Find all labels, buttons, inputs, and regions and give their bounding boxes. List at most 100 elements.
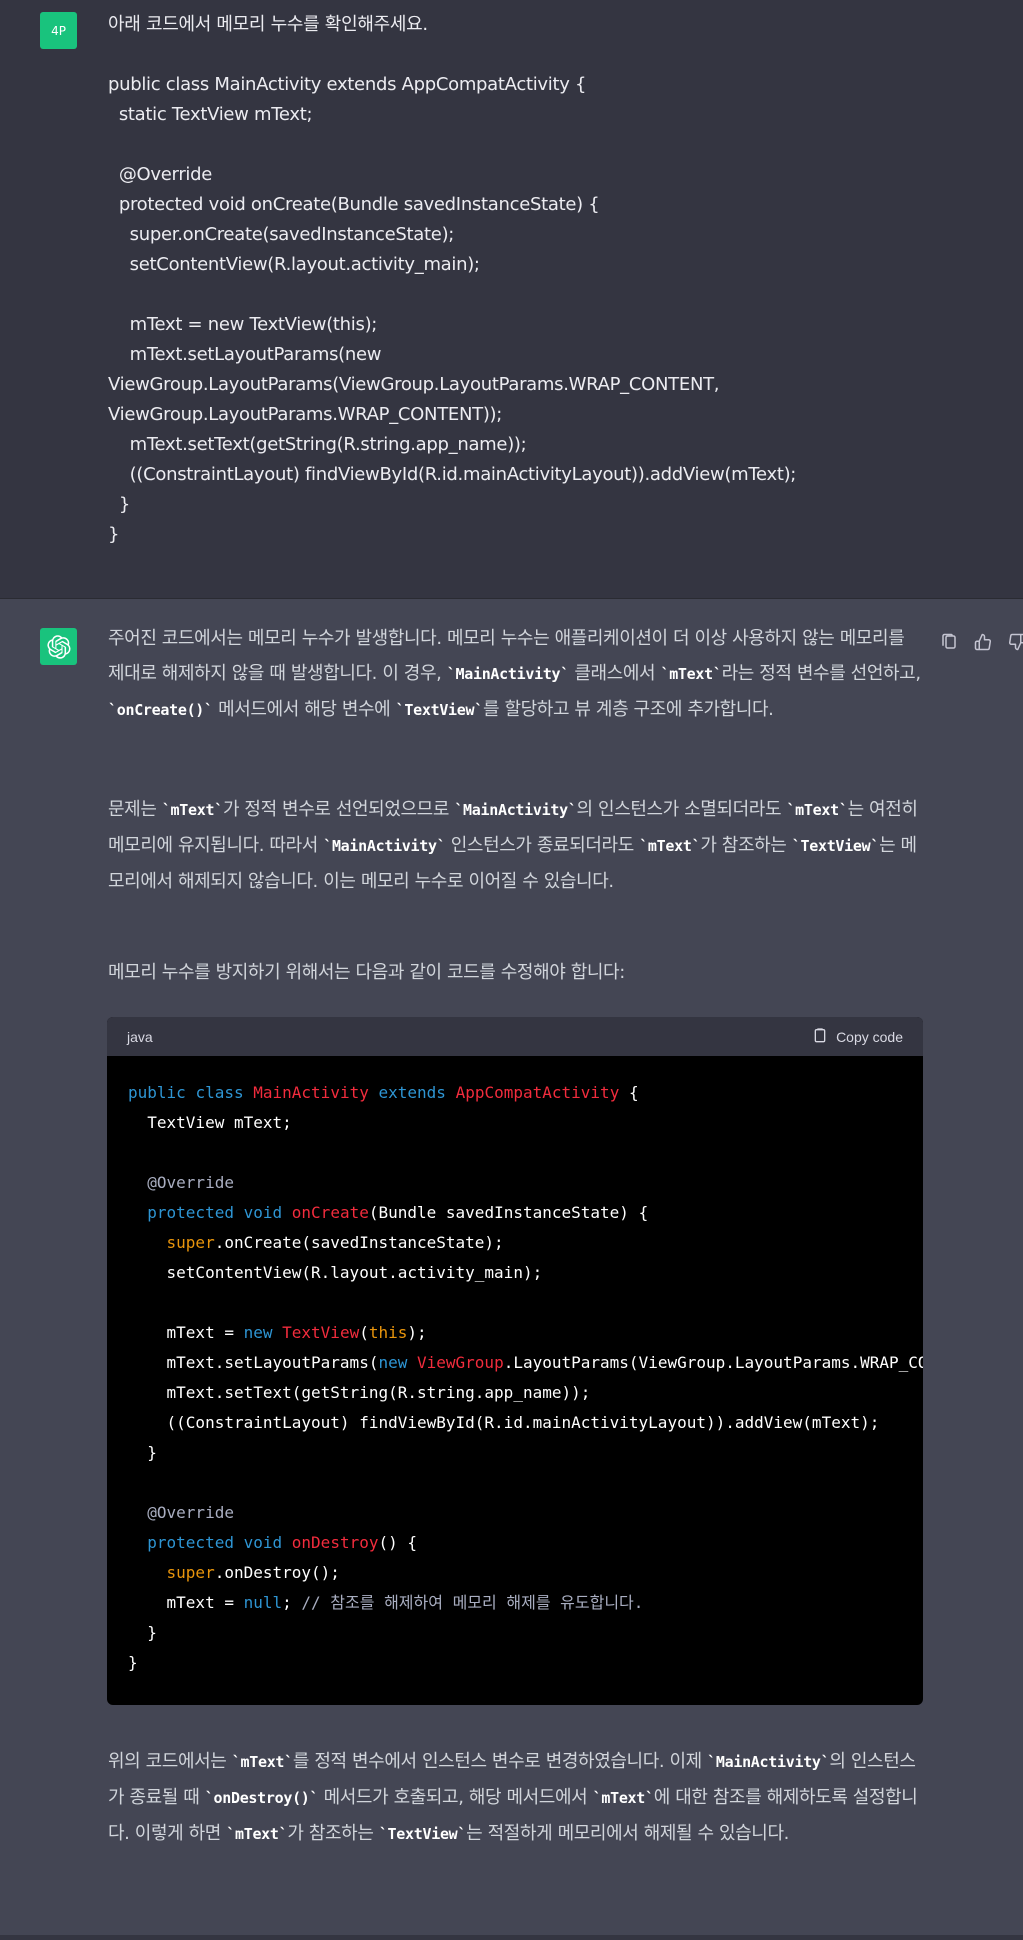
next-message-edge — [0, 1935, 1023, 1940]
text-span: 메서드에서 해당 변수에 — [212, 699, 396, 720]
user-message-text: 아래 코드에서 메모리 누수를 확인해주세요. public class Main… — [108, 10, 988, 550]
code-token: public — [128, 1083, 186, 1102]
code-content: public class MainActivity extends AppCom… — [107, 1056, 923, 1678]
text-span: 를 할당하고 뷰 계층 구조에 추가합니다. — [482, 699, 774, 720]
assistant-message: 주어진 코드에서는 메모리 누수가 발생합니다. 메모리 누수는 애플리케이션이… — [0, 599, 1023, 1940]
user-message-line: ViewGroup.LayoutParams(ViewGroup.LayoutP… — [108, 374, 720, 395]
inline-code: `TextView` — [395, 701, 484, 719]
code-line: protected void onDestroy() { — [128, 1528, 903, 1558]
user-message-line: mText = new TextView(this); — [108, 314, 378, 335]
openai-logo-icon — [40, 628, 77, 665]
inline-code: `mText` — [660, 665, 722, 683]
copy-code-button[interactable]: Copy code — [812, 1027, 903, 1046]
inline-code: `mText` — [161, 801, 223, 819]
code-line: @Override — [128, 1498, 903, 1528]
code-token: this — [368, 1323, 408, 1342]
inline-code: `mText` — [231, 1753, 293, 1771]
text-span: 가 참조하는 — [700, 835, 792, 856]
text-span: 문제는 — [108, 799, 162, 820]
code-token: @Override — [128, 1173, 234, 1192]
code-token: super — [166, 1233, 215, 1252]
user-message-line: ((ConstraintLayout) findViewById(R.id.ma… — [108, 464, 797, 485]
code-block-header: java Copy code — [107, 1017, 923, 1056]
code-token: ViewGroup — [417, 1353, 504, 1372]
code-token: setContentView(R.layout.activity_main); — [128, 1263, 543, 1282]
user-message: 4P 아래 코드에서 메모리 누수를 확인해주세요. public class M… — [0, 0, 1023, 599]
code-line: super.onDestroy(); — [128, 1558, 903, 1588]
code-line: mText = null; // 참조를 해제하여 메모리 해제를 유도합니다. — [128, 1588, 903, 1618]
user-message-line: ViewGroup.LayoutParams.WRAP_CONTENT)); — [108, 404, 503, 425]
assistant-paragraph-2: 문제는 `mText`가 정적 변수로 선언되었으므로 `MainActivit… — [108, 792, 924, 899]
copy-icon[interactable] — [938, 631, 960, 653]
text-span: 가 참조하는 — [287, 1823, 379, 1844]
code-token: protected — [147, 1533, 234, 1552]
code-token: { — [619, 1083, 639, 1102]
clipboard-icon — [812, 1027, 828, 1046]
text-span: 의 인스턴스가 소멸되더라도 — [576, 799, 787, 820]
code-line: public class MainActivity extends AppCom… — [128, 1078, 903, 1108]
text-span: 를 정적 변수에서 인스턴스 변수로 변경하였습니다. 이제 — [292, 1751, 708, 1772]
text-span: 클래스에서 — [569, 663, 661, 684]
assistant-paragraph-4: 위의 코드에서는 `mText`를 정적 변수에서 인스턴스 변수로 변경하였습… — [108, 1744, 924, 1852]
thumbs-down-icon[interactable] — [1006, 631, 1023, 653]
copy-code-label: Copy code — [836, 1028, 903, 1045]
code-token: onDestroy — [291, 1533, 379, 1552]
code-token: } — [128, 1653, 138, 1672]
code-token: ((ConstraintLayout) findViewById(R.id.ma… — [128, 1413, 880, 1432]
user-message-line: setContentView(R.layout.activity_main); — [108, 254, 480, 275]
code-line: } — [128, 1438, 903, 1468]
code-block: java Copy code public class MainActivity… — [107, 1017, 923, 1705]
code-token: MainActivity — [253, 1083, 369, 1102]
code-token: } — [128, 1623, 157, 1642]
code-token: void — [243, 1203, 283, 1222]
code-line: mText.setLayoutParams(new ViewGroup.Layo… — [128, 1348, 923, 1378]
inline-code: `MainActivity` — [454, 801, 577, 819]
user-message-line: } — [108, 524, 120, 545]
code-token: new — [378, 1353, 408, 1372]
thumbs-up-icon[interactable] — [972, 631, 994, 653]
code-token: new — [243, 1323, 273, 1342]
code-token: ); — [407, 1323, 427, 1342]
code-token: null — [243, 1593, 283, 1612]
code-token: .onDestroy(); — [214, 1563, 340, 1582]
inline-code: `MainActivity` — [446, 665, 570, 683]
inline-code: `onCreate()` — [108, 701, 213, 719]
code-token: mText = — [128, 1323, 244, 1342]
user-avatar: 4P — [40, 12, 77, 49]
code-token: .onCreate(savedInstanceState); — [214, 1233, 504, 1252]
inline-code: `MainActivity` — [323, 837, 446, 855]
user-message-line: mText.setText(getString(R.string.app_nam… — [108, 434, 527, 455]
code-token: ( — [359, 1323, 369, 1342]
text-span: 는 적절하게 메모리에서 해제될 수 있습니다. — [466, 1823, 789, 1844]
inline-code: `TextView` — [378, 1825, 467, 1843]
text-span: 메서드가 호출되고, 해당 메서드에서 — [318, 1787, 593, 1808]
inline-code: `onDestroy()` — [204, 1789, 319, 1807]
user-message-line: public class MainActivity extends AppCom… — [108, 74, 587, 95]
code-token: class — [195, 1083, 244, 1102]
user-message-line — [108, 130, 988, 160]
code-line: } — [128, 1648, 903, 1678]
user-message-line — [108, 40, 988, 70]
code-token: mText = — [128, 1593, 244, 1612]
code-language-label: java — [127, 1028, 153, 1045]
user-message-line: @Override — [108, 164, 213, 185]
text-span: 라는 정적 변수를 선언하고, — [721, 663, 921, 684]
code-token: .LayoutParams(ViewGroup.LayoutParams.WRA… — [503, 1353, 923, 1372]
user-message-line: super.onCreate(savedInstanceState); — [108, 224, 455, 245]
assistant-paragraph-1: 주어진 코드에서는 메모리 누수가 발생합니다. 메모리 누수는 애플리케이션이… — [108, 621, 924, 728]
text-span: 가 정적 변수로 선언되었으므로 — [222, 799, 455, 820]
inline-code: `mText` — [226, 1825, 288, 1843]
user-message-line: mText.setLayoutParams(new — [108, 344, 382, 365]
